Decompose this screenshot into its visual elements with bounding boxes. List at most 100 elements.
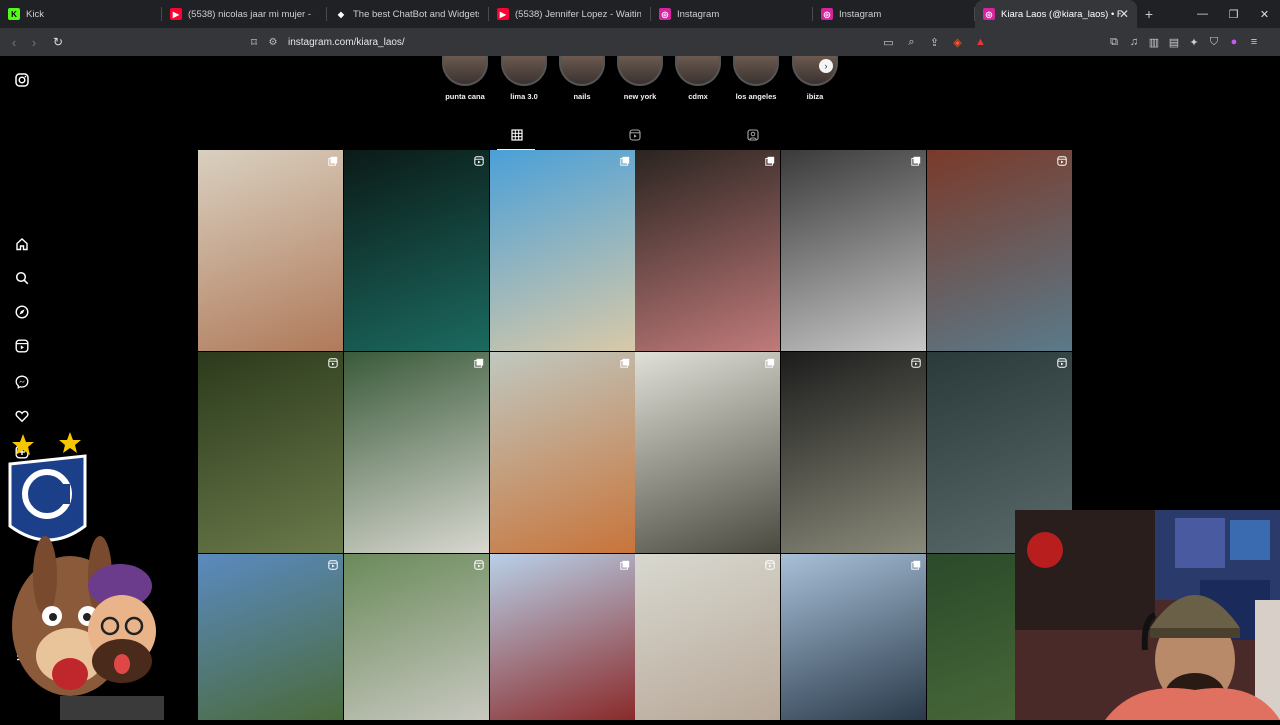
post-thumbnail[interactable]: [344, 554, 489, 720]
ai-icon[interactable]: ✦: [1184, 36, 1204, 49]
post-thumbnail[interactable]: [781, 352, 926, 553]
tagged-icon: [747, 129, 759, 141]
reader-icon[interactable]: ▭: [877, 36, 900, 49]
new-tab-button[interactable]: +: [1137, 6, 1161, 22]
youtube-icon: ▶: [497, 8, 509, 20]
instagram-icon: ◎: [659, 8, 671, 20]
story-highlight[interactable]: los angeles: [726, 56, 786, 101]
brave-rewards-icon[interactable]: ▲: [969, 36, 992, 48]
highlight-cover: [617, 56, 663, 86]
carousel-badge-icon: [619, 155, 630, 166]
browser-tab[interactable]: ◎ Instagram: [651, 0, 813, 28]
carousel-badge-icon: [910, 155, 921, 166]
close-tab-icon[interactable]: ✕: [1119, 7, 1129, 21]
carousel-badge-icon: [764, 155, 775, 166]
reel-badge-icon: [1056, 357, 1067, 368]
story-highlight[interactable]: ibiza: [785, 56, 845, 101]
notifications-heart-icon[interactable]: [12, 406, 32, 426]
messenger-icon[interactable]: [12, 372, 32, 392]
vpn-icon[interactable]: ⛉: [1204, 36, 1224, 49]
tab-reels[interactable]: [628, 128, 642, 142]
post-thumbnail[interactable]: [635, 554, 780, 720]
reel-badge-icon: [1056, 155, 1067, 166]
zoom-icon[interactable]: ⌕: [900, 36, 923, 49]
home-icon[interactable]: [12, 234, 32, 254]
tab-title: Kick: [26, 8, 44, 20]
reel-badge-icon: [910, 357, 921, 368]
minimize-icon[interactable]: —: [1187, 0, 1218, 28]
site-info-icon[interactable]: ⚙: [264, 37, 282, 48]
search-icon[interactable]: [12, 268, 32, 288]
profile-icon[interactable]: ●: [1224, 36, 1244, 48]
tab-posts[interactable]: [510, 128, 524, 142]
share-icon[interactable]: ⇪: [923, 36, 946, 49]
carousel-badge-icon: [327, 155, 338, 166]
browser-tab[interactable]: ◎ Instagram: [813, 0, 975, 28]
browser-tab[interactable]: ◎ Kiara Laos (@kiara_laos) • Fotos y✕: [975, 0, 1137, 28]
reel-badge-icon: [764, 559, 775, 570]
highlight-label: los angeles: [735, 92, 777, 101]
sidebar-icon[interactable]: ▥: [1144, 36, 1164, 49]
restore-icon[interactable]: ❐: [1218, 0, 1249, 28]
instagram-logo-icon[interactable]: [12, 70, 32, 90]
highlight-cover: [675, 56, 721, 86]
tab-title: Instagram: [677, 8, 720, 20]
menu-icon[interactable]: ≡: [1244, 36, 1264, 48]
post-thumbnail[interactable]: [198, 554, 343, 720]
carousel-badge-icon: [910, 559, 921, 570]
post-thumbnail[interactable]: [490, 150, 635, 351]
post-thumbnail[interactable]: [198, 150, 343, 351]
brave-shield-icon[interactable]: ◈: [946, 36, 969, 49]
post-thumbnail[interactable]: [781, 554, 926, 720]
tab-title: (5538) Jennifer Lopez - Waiting For: [515, 8, 641, 20]
story-highlight[interactable]: punta cana: [435, 56, 495, 101]
back-icon[interactable]: ‹: [4, 35, 24, 50]
highlight-cover: [559, 56, 605, 86]
story-highlight[interactable]: cdmx: [668, 56, 728, 101]
address-bar: ‹ › ↻ ⌑ ⚙ instagram.com/kiara_laos/ ▭ ⌕ …: [0, 28, 1280, 56]
close-window-icon[interactable]: ✕: [1249, 0, 1280, 28]
story-highlight[interactable]: lima 3.0: [494, 56, 554, 101]
post-thumbnail[interactable]: [635, 150, 780, 351]
instagram-icon: ◎: [821, 8, 833, 20]
reels-tab-icon: [629, 129, 641, 141]
url-text[interactable]: instagram.com/kiara_laos/: [288, 37, 405, 48]
browser-tab[interactable]: ▶ (5538) nicolas jaar mi mujer - YouTube: [162, 0, 327, 28]
tab-title: The best ChatBot and Widgets for Kick: [353, 8, 479, 20]
post-thumbnail[interactable]: [344, 352, 489, 553]
post-thumbnail[interactable]: [490, 352, 635, 553]
bookmark-icon[interactable]: ⌑: [244, 36, 264, 49]
post-thumbnail[interactable]: [490, 554, 635, 720]
story-highlight[interactable]: new york: [610, 56, 670, 101]
reel-badge-icon: [327, 357, 338, 368]
post-thumbnail[interactable]: [344, 150, 489, 351]
forward-icon[interactable]: ›: [24, 35, 44, 50]
reels-icon[interactable]: [12, 336, 32, 356]
carousel-badge-icon: [473, 357, 484, 368]
post-thumbnail[interactable]: [781, 150, 926, 351]
reel-badge-icon: [473, 559, 484, 570]
explore-icon[interactable]: [12, 302, 32, 322]
browser-tab[interactable]: K Kick: [0, 0, 162, 28]
screenshot-icon[interactable]: ⧉: [1104, 36, 1124, 49]
profile-tabs: [198, 124, 1072, 148]
wallet-icon[interactable]: ▤: [1164, 36, 1184, 49]
post-thumbnail[interactable]: [198, 352, 343, 553]
post-thumbnail[interactable]: [927, 150, 1072, 351]
url-field[interactable]: ⌑ ⚙ instagram.com/kiara_laos/ ▭ ⌕ ⇪ ◈ ▲: [244, 31, 992, 53]
next-highlights-icon[interactable]: ›: [819, 59, 833, 73]
reload-icon[interactable]: ↻: [48, 35, 68, 49]
carousel-badge-icon: [619, 559, 630, 570]
kick-icon: K: [8, 8, 20, 20]
music-icon[interactable]: ♫: [1124, 36, 1144, 48]
highlight-cover: [501, 56, 547, 86]
highlight-cover: [442, 56, 488, 86]
window-controls: — ❐ ✕: [1187, 0, 1280, 28]
highlight-label: nails: [573, 92, 591, 101]
highlight-label: ibiza: [806, 92, 824, 101]
browser-tab[interactable]: ◆ The best ChatBot and Widgets for Kick: [327, 0, 489, 28]
tab-tagged[interactable]: [746, 128, 760, 142]
story-highlight[interactable]: nails: [552, 56, 612, 101]
browser-tab[interactable]: ▶ (5538) Jennifer Lopez - Waiting For: [489, 0, 651, 28]
post-thumbnail[interactable]: [635, 352, 780, 553]
